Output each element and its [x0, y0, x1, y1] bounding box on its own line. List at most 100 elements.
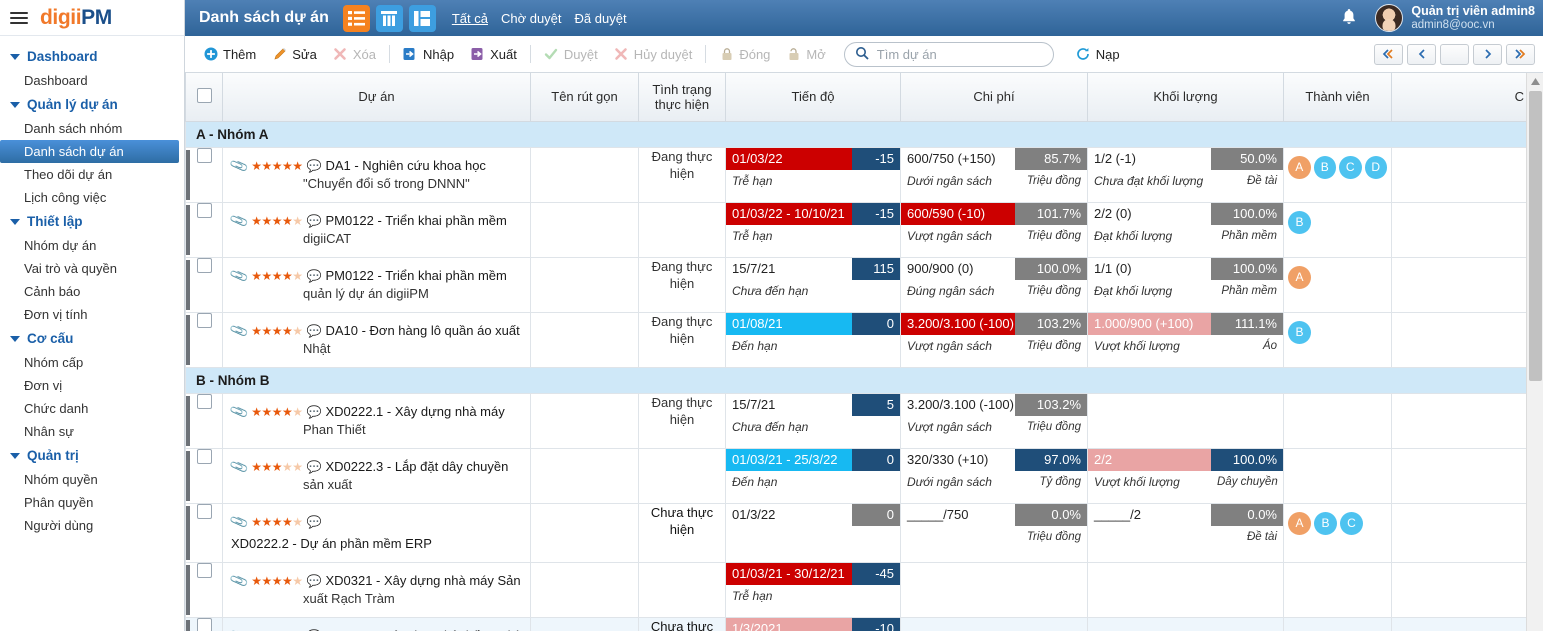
sidebar-item-4-4[interactable]: Nhân sự — [0, 420, 184, 443]
col-header-project[interactable]: Dự án — [222, 73, 531, 122]
board-view-icon[interactable] — [408, 4, 436, 32]
row-checkbox[interactable] — [196, 393, 212, 409]
project-name-cell[interactable]: 📎 ★★★★★ 💬 DA10 - Đơn hàng lô quần áo xuất Nh… — [222, 311, 531, 368]
member-avatar[interactable]: C — [1339, 155, 1362, 179]
sidebar-item-3-1[interactable]: Nhóm dự án — [0, 234, 184, 257]
sidebar-item-4-1[interactable]: Nhóm cấp — [0, 351, 184, 374]
page-indicator[interactable] — [1440, 43, 1469, 65]
sidebar-item-4-3[interactable]: Chức danh — [0, 397, 184, 420]
filter-tab-2[interactable]: Chờ duyệt — [501, 11, 562, 26]
row-select-cell[interactable] — [185, 146, 223, 203]
col-header-members[interactable]: Thành viên — [1283, 73, 1392, 122]
sidebar-item-5-3[interactable]: Người dùng — [0, 514, 184, 537]
row-select-cell[interactable] — [185, 561, 223, 618]
sidebar-item-3-3[interactable]: Cảnh báo — [0, 280, 184, 303]
member-avatar[interactable]: D — [1364, 155, 1387, 179]
row-checkbox[interactable] — [196, 312, 212, 328]
member-avatar[interactable]: B — [1313, 155, 1336, 179]
row-checkbox[interactable] — [196, 257, 212, 273]
table-row[interactable]: 📎 ★★★★★ 💬 DA10 - Đơn hàng lô quần áo xuất Nh… — [185, 311, 1529, 368]
sidebar-item-1-1[interactable]: Dashboard — [0, 69, 184, 92]
member-avatar[interactable]: B — [1288, 320, 1311, 344]
row-select-cell[interactable] — [185, 616, 223, 631]
sidebar-item-5-2[interactable]: Phân quyền — [0, 491, 184, 514]
sidebar-item-2-1[interactable]: Danh sách nhóm — [0, 117, 184, 140]
sidebar-item-4-2[interactable]: Đơn vị — [0, 374, 184, 397]
sidebar-group-1[interactable]: Dashboard — [0, 44, 184, 69]
col-header-status[interactable]: Tình trạng thực hiện — [638, 73, 726, 122]
sidebar-item-2-2[interactable]: Danh sách dự án — [0, 140, 179, 163]
sidebar-group-2[interactable]: Quản lý dự án — [0, 92, 184, 117]
row-select-cell[interactable] — [185, 502, 223, 563]
vertical-scrollbar[interactable] — [1526, 73, 1543, 631]
table-row[interactable]: 📎 ★★★★★ 💬 XD0222.1 - Xây dựng nhà máy Phan T… — [185, 392, 1529, 449]
member-avatar[interactable]: A — [1288, 265, 1311, 289]
sidebar-group-3[interactable]: Thiết lập — [0, 209, 184, 234]
row-checkbox[interactable] — [196, 202, 212, 218]
sidebar-item-2-4[interactable]: Lịch công việc — [0, 186, 184, 209]
row-select-cell[interactable] — [185, 447, 223, 504]
reload-button[interactable]: Nạp — [1068, 45, 1128, 64]
row-checkbox[interactable] — [196, 617, 212, 631]
search-input[interactable] — [874, 45, 1043, 63]
col-header-short-name[interactable]: Tên rút gọn — [530, 73, 639, 122]
table-row[interactable]: 📎★★★★★💬XD0422 - Xây dựng hệ thống Nhàthu… — [185, 616, 1529, 631]
toolbar-button-4[interactable]: Nhập — [395, 45, 462, 64]
col-header-volume[interactable]: Khối lượng — [1087, 73, 1284, 122]
project-name-cell[interactable]: 📎 ★★★★★ 💬 XD0222.3 - Lắp đặt dây chuyền sản … — [222, 447, 531, 504]
project-name-cell[interactable]: 📎 ★★★★★ 💬 PM0122 - Triển khai phần mềm quản … — [222, 256, 531, 313]
toolbar-button-1[interactable]: Thêm — [195, 45, 264, 64]
table-row[interactable]: 📎 ★★★★★ 💬 XD0222.3 - Lắp đặt dây chuyền sản … — [185, 447, 1529, 504]
row-select-cell[interactable] — [185, 256, 223, 313]
toolbar-button-2[interactable]: Sửa — [264, 45, 325, 64]
scrollbar-thumb[interactable] — [1529, 91, 1542, 381]
sidebar-item-3-4[interactable]: Đơn vị tính — [0, 303, 184, 326]
row-checkbox[interactable] — [196, 147, 212, 163]
scroll-up-arrow[interactable] — [1527, 73, 1543, 90]
sidebar-group-4[interactable]: Cơ cấu — [0, 326, 184, 351]
row-select-cell[interactable] — [185, 201, 223, 258]
last-page-button[interactable] — [1506, 43, 1535, 65]
table-row[interactable]: 📎 ★★★★★ 💬 XD0222.2 - Dự án phần mềm ERP Chưa… — [185, 502, 1529, 563]
member-avatar[interactable]: A — [1288, 511, 1311, 535]
col-header-partial[interactable]: C — [1391, 73, 1529, 122]
table-row[interactable]: 📎 ★★★★★ 💬 PM0122 - Triển khai phần mềm digii… — [185, 201, 1529, 258]
member-avatar[interactable]: B — [1288, 210, 1311, 234]
row-select-cell[interactable] — [185, 311, 223, 368]
filter-tab-3[interactable]: Đã duyệt — [575, 11, 627, 26]
row-checkbox[interactable] — [196, 503, 212, 519]
app-logo[interactable]: digiiPM — [40, 6, 112, 30]
next-page-button[interactable] — [1473, 43, 1502, 65]
col-header-progress[interactable]: Tiến độ — [725, 73, 901, 122]
row-checkbox[interactable] — [196, 448, 212, 464]
gantt-view-icon[interactable] — [375, 4, 403, 32]
project-name-cell[interactable]: 📎 ★★★★★ 💬 DA1 - Nghiên cứu khoa học "Chuyển … — [222, 146, 531, 203]
row-checkbox[interactable] — [196, 562, 212, 578]
col-header-cost[interactable]: Chi phí — [900, 73, 1088, 122]
user-profile[interactable]: Quản trị viên admin8 admin8@ooc.vn — [1375, 4, 1535, 32]
sidebar-group-5[interactable]: Quản trị — [0, 443, 184, 468]
row-select-cell[interactable] — [185, 392, 223, 449]
sidebar-item-2-3[interactable]: Theo dõi dự án — [0, 163, 184, 186]
project-name-cell[interactable]: 📎 ★★★★★ 💬 XD0222.1 - Xây dựng nhà máy Phan T… — [222, 392, 531, 449]
project-name-cell[interactable]: 📎 ★★★★★ 💬 XD0222.2 - Dự án phần mềm ERP — [222, 502, 531, 563]
prev-page-button[interactable] — [1407, 43, 1436, 65]
select-all-checkbox[interactable] — [196, 87, 212, 103]
table-row[interactable]: 📎 ★★★★★ 💬 XD0321 - Xây dựng nhà máy Sản xuất… — [185, 561, 1529, 618]
table-row[interactable]: 📎 ★★★★★ 💬 DA1 - Nghiên cứu khoa học "Chuyển … — [185, 146, 1529, 203]
project-name-cell[interactable]: 📎 ★★★★★ 💬 XD0321 - Xây dựng nhà máy Sản xuất… — [222, 561, 531, 618]
select-all-header[interactable] — [185, 73, 223, 122]
first-page-button[interactable] — [1374, 43, 1403, 65]
member-avatar[interactable]: A — [1288, 155, 1311, 179]
member-avatar[interactable]: B — [1314, 511, 1337, 535]
list-view-icon[interactable] — [342, 4, 370, 32]
project-name-cell[interactable]: 📎★★★★★💬XD0422 - Xây dựng hệ thống Nhàthu… — [222, 616, 531, 631]
notification-bell-icon[interactable] — [1341, 8, 1357, 29]
filter-tab-1[interactable]: Tất cả — [452, 11, 488, 26]
project-name-cell[interactable]: 📎 ★★★★★ 💬 PM0122 - Triển khai phần mềm digii… — [222, 201, 531, 258]
sidebar-item-5-1[interactable]: Nhóm quyền — [0, 468, 184, 491]
member-avatar[interactable]: C — [1340, 511, 1363, 535]
search-box[interactable] — [843, 41, 1054, 67]
table-row[interactable]: 📎 ★★★★★ 💬 PM0122 - Triển khai phần mềm quản … — [185, 256, 1529, 313]
toolbar-button-5[interactable]: Xuất — [462, 45, 525, 64]
